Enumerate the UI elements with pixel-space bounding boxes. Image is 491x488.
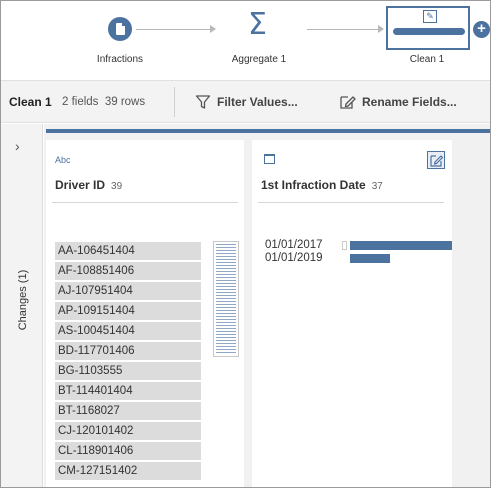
connector-line <box>136 29 210 30</box>
profile-accent-bar <box>46 129 490 133</box>
date-value-label: 01/01/2019 <box>265 252 323 264</box>
profile-card-infraction-date[interactable]: 1st Infraction Date 37 01/01/2017 01/01/2… <box>252 140 452 487</box>
profile-card-driver-id[interactable]: Abc Driver ID 39 AA-106451404 AF-10885140… <box>46 140 244 487</box>
field-distinct-count: 39 <box>111 181 123 192</box>
field-name: Driver ID 39 <box>55 178 122 192</box>
step-name: Clean 1 <box>9 95 52 109</box>
filter-icon <box>195 95 211 109</box>
node-label-infractions: Infractions <box>96 54 144 65</box>
value-list: AA-106451404 AF-108851406 AJ-107951404 A… <box>55 242 201 482</box>
value-item[interactable]: AA-106451404 <box>55 242 201 260</box>
value-scroll-overview[interactable] <box>213 241 239 357</box>
calendar-icon[interactable] <box>264 154 275 164</box>
document-icon <box>116 22 126 35</box>
app-frame: Infractions Σ Aggregate 1 ✎ Clean 1 + Cl… <box>0 0 491 488</box>
filter-values-label: Filter Values... <box>217 95 298 109</box>
connector-line <box>307 29 379 30</box>
date-histogram-bar[interactable] <box>350 241 452 250</box>
value-item[interactable]: BD-117701406 <box>55 342 201 360</box>
date-tick <box>342 241 347 250</box>
overview-lines <box>216 244 236 354</box>
field-name-text: 1st Infraction Date <box>261 178 366 192</box>
string-type-icon[interactable]: Abc <box>55 155 71 165</box>
card-divider <box>52 202 238 203</box>
value-item[interactable]: CM-127151402 <box>55 462 201 480</box>
sigma-icon[interactable]: Σ <box>248 7 267 43</box>
connector-arrow-icon <box>210 25 216 33</box>
value-item[interactable]: BT-114401404 <box>55 382 201 400</box>
value-item[interactable]: AJ-107951404 <box>55 282 201 300</box>
clean-node[interactable]: ✎ <box>386 6 470 50</box>
edit-icon <box>430 155 443 167</box>
expand-chevron-icon[interactable]: › <box>15 138 20 154</box>
filter-values-button[interactable]: Filter Values... <box>195 94 298 110</box>
value-item[interactable]: BT-1168027 <box>55 402 201 420</box>
card-divider <box>258 202 444 203</box>
node-label-clean: Clean 1 <box>409 54 445 65</box>
value-item[interactable]: BG-1103555 <box>55 362 201 380</box>
connector-arrow-icon <box>378 25 384 33</box>
value-item[interactable]: AP-109151404 <box>55 302 201 320</box>
value-item[interactable]: CL-118901406 <box>55 442 201 460</box>
flow-pane: Infractions Σ Aggregate 1 ✎ Clean 1 + <box>1 1 490 79</box>
toolbar: Clean 1 2 fields 39 rows Filter Values..… <box>1 80 490 123</box>
value-item[interactable]: AS-100451404 <box>55 322 201 340</box>
clean-icon <box>393 28 465 35</box>
rename-fields-label: Rename Fields... <box>362 95 457 109</box>
field-name-text: Driver ID <box>55 178 106 192</box>
value-item[interactable]: AF-108851406 <box>55 262 201 280</box>
field-row-counts: 2 fields 39 rows <box>62 96 146 108</box>
input-node-infractions[interactable] <box>108 17 132 41</box>
add-step-button[interactable]: + <box>473 21 490 38</box>
changes-label[interactable]: Changes (1) <box>17 270 29 331</box>
field-distinct-count: 37 <box>371 181 383 192</box>
field-name: 1st Infraction Date 37 <box>261 178 383 192</box>
edit-values-button[interactable] <box>427 151 445 169</box>
changes-rail: › Changes (1) <box>1 124 43 487</box>
date-value-label: 01/01/2017 <box>265 239 323 251</box>
rename-fields-button[interactable]: Rename Fields... <box>339 94 457 110</box>
toolbar-separator <box>174 87 175 117</box>
profile-pane: Abc Driver ID 39 AA-106451404 AF-10885140… <box>44 124 490 487</box>
node-label-aggregate: Aggregate 1 <box>231 54 287 65</box>
date-histogram-bar[interactable] <box>350 254 390 263</box>
value-item[interactable]: CJ-120101402 <box>55 422 201 440</box>
rename-icon <box>340 96 356 109</box>
edit-icon[interactable]: ✎ <box>423 10 437 23</box>
